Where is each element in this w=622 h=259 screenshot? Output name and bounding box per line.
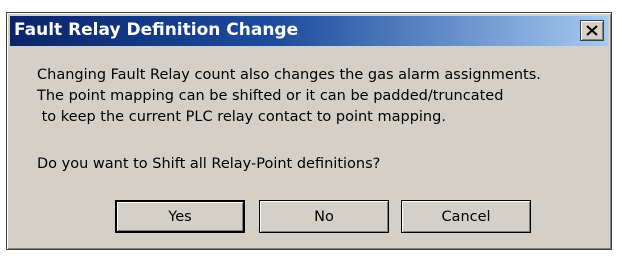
message-line: The point mapping can be shifted or it c…	[37, 88, 504, 104]
title-bar[interactable]: Fault Relay Definition Change	[10, 16, 608, 46]
close-icon	[586, 25, 598, 36]
close-button[interactable]	[580, 20, 604, 41]
dialog-message: Changing Fault Relay count also changes …	[37, 65, 607, 128]
yes-button[interactable]: Yes	[115, 200, 245, 233]
fault-relay-dialog: Fault Relay Definition Change Changing F…	[6, 12, 612, 250]
cancel-button[interactable]: Cancel	[401, 200, 531, 233]
dialog-question: Do you want to Shift all Relay-Point def…	[37, 156, 381, 172]
message-line: to keep the current PLC relay contact to…	[37, 109, 446, 125]
no-button[interactable]: No	[259, 200, 389, 233]
dialog-title: Fault Relay Definition Change	[14, 20, 299, 40]
message-line: Changing Fault Relay count also changes …	[37, 67, 541, 83]
